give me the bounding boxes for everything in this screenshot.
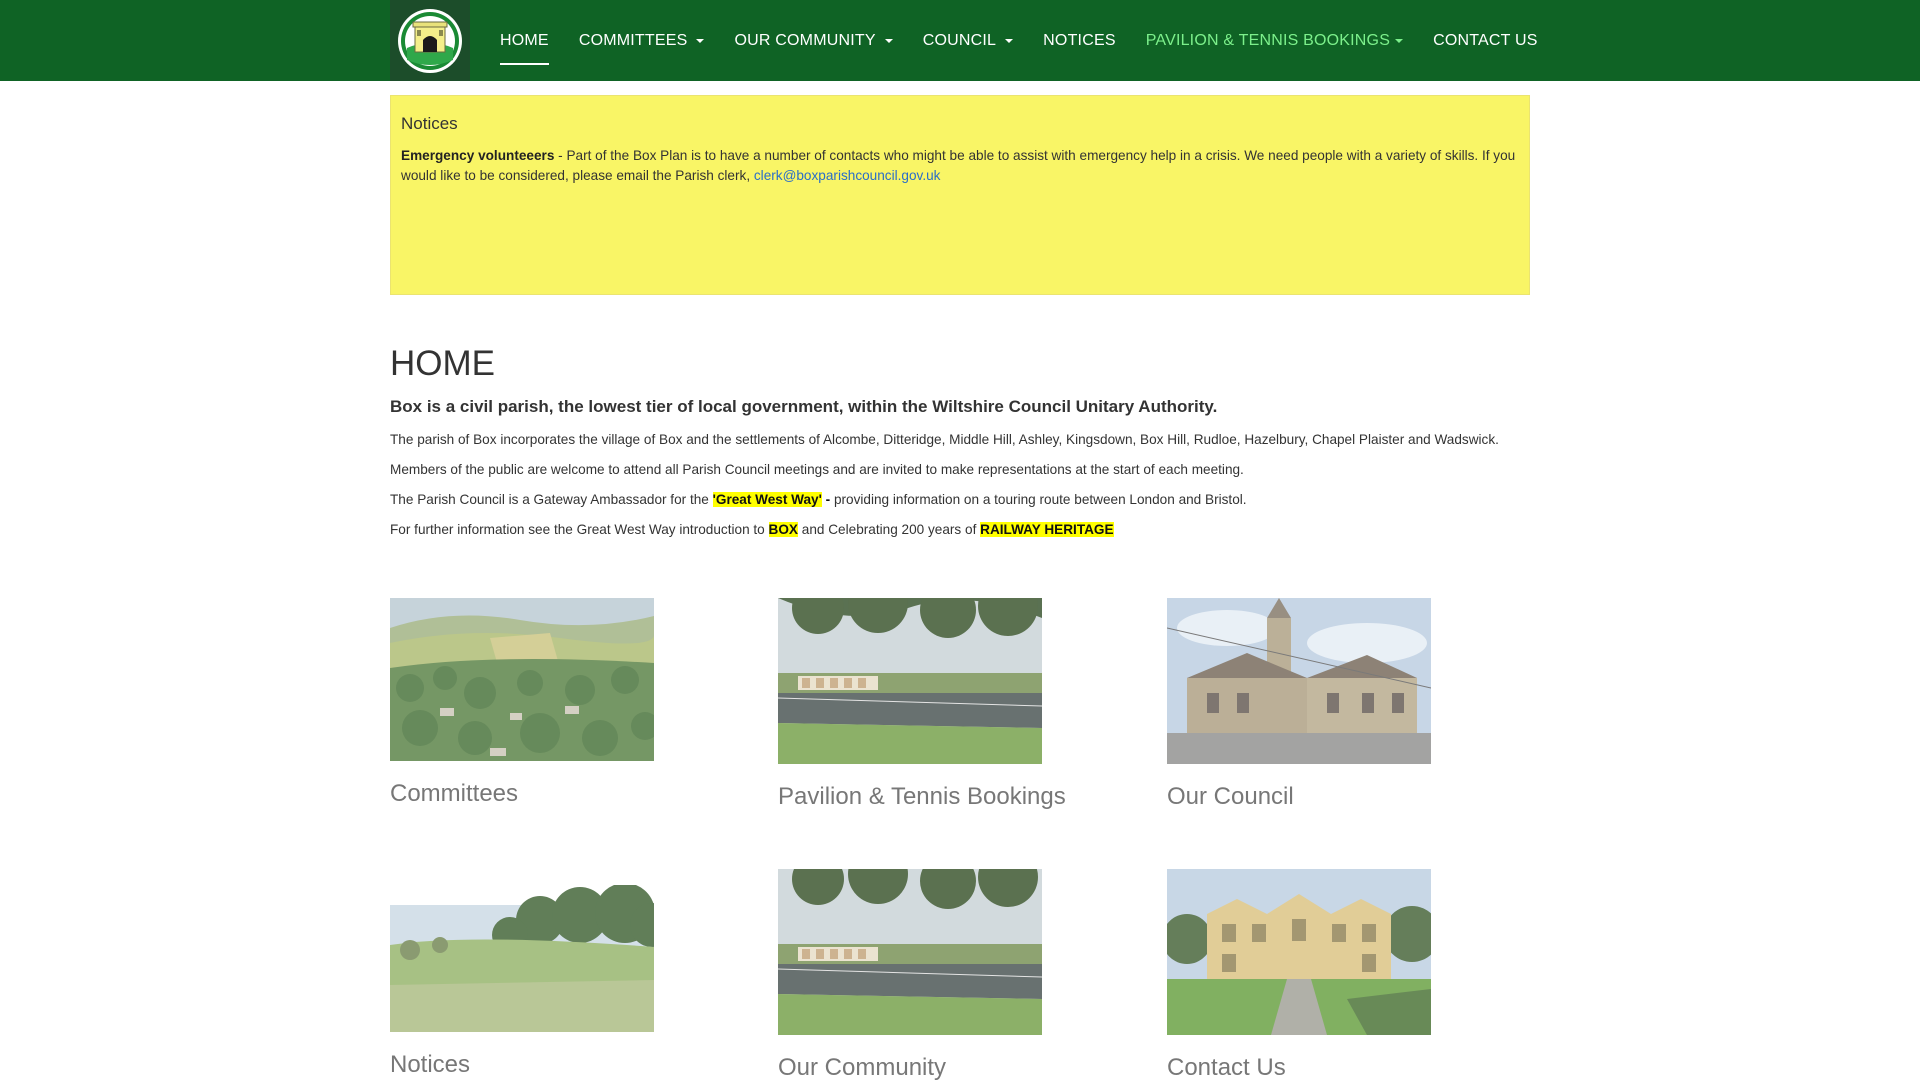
public-meetings-text: Members of the public are welcome to att… bbox=[390, 462, 1244, 477]
parish-crest-icon bbox=[398, 8, 462, 73]
contact-building-image bbox=[1167, 869, 1431, 1035]
nav-pavilion-label: PAVILION & TENNIS BOOKINGS bbox=[1145, 31, 1391, 49]
committees-image bbox=[390, 598, 654, 761]
clerk-email-link[interactable]: clerk@boxparishcouncil.gov.uk bbox=[754, 168, 941, 183]
notices-caption: Notices bbox=[390, 1051, 471, 1078]
nav-home-label: HOME bbox=[500, 31, 549, 49]
further-info-mid: and Celebrating 200 years of bbox=[798, 522, 981, 537]
tile-notices[interactable]: Notices bbox=[390, 885, 654, 1080]
gateway-ambassador-text: The Parish Council is a Gateway Ambassad… bbox=[390, 490, 1530, 510]
nav-home[interactable]: HOME bbox=[470, 0, 564, 81]
notice-bold-lead: Emergency volunteeers bbox=[401, 148, 555, 163]
nav-committees-label: COMMITTEES bbox=[578, 31, 688, 49]
notices-panel: Notices Emergency volunteeers - Part of … bbox=[390, 95, 1530, 295]
nav-contact-us[interactable]: CONTACT US bbox=[1418, 0, 1553, 81]
notices-image bbox=[390, 885, 654, 1032]
our-council-caption: Our Council bbox=[1167, 783, 1294, 810]
gateway-text-before: The Parish Council is a Gateway Ambassad… bbox=[390, 492, 713, 507]
council-building-image bbox=[1167, 598, 1431, 764]
great-west-way-link[interactable]: 'Great West Way' bbox=[712, 492, 822, 507]
tile-contact-us[interactable]: Contact Us bbox=[1167, 869, 1431, 1080]
gateway-dash: - bbox=[821, 492, 834, 507]
pavilion-tennis-caption: Pavilion & Tennis Bookings bbox=[778, 783, 1066, 810]
caret-down-icon bbox=[1395, 38, 1404, 43]
nav-contact-label: CONTACT US bbox=[1433, 31, 1538, 49]
gateway-text-after: providing information on a touring route… bbox=[833, 492, 1247, 507]
page-title: HOME bbox=[390, 344, 495, 383]
main-content: HOME Box is a civil parish, the lowest t… bbox=[390, 340, 1530, 550]
committees-caption: Committees bbox=[390, 780, 519, 807]
caret-down-icon bbox=[884, 38, 893, 43]
caret-down-icon bbox=[1005, 38, 1014, 43]
contact-us-caption: Contact Us bbox=[1167, 1054, 1286, 1080]
tile-our-council[interactable]: Our Council bbox=[1167, 598, 1431, 812]
further-info-before: For further information see the Great We… bbox=[390, 522, 769, 537]
nav-council-label: COUNCIL bbox=[922, 31, 997, 49]
notice-text: Emergency volunteeers - Part of the Box … bbox=[401, 146, 1519, 186]
nav-our-community[interactable]: OUR COMMUNITY bbox=[719, 0, 907, 81]
notice-body: - Part of the Box Plan is to have a numb… bbox=[401, 148, 1516, 183]
lead-statement: Box is a civil parish, the lowest tier o… bbox=[390, 397, 1218, 416]
nav-notices-label: NOTICES bbox=[1043, 31, 1116, 49]
nav-pavilion-tennis-bookings[interactable]: PAVILION & TENNIS BOOKINGS bbox=[1131, 0, 1418, 81]
nav-our-community-label: OUR COMMUNITY bbox=[734, 31, 876, 49]
caret-down-icon bbox=[696, 38, 705, 43]
notices-title: Notices bbox=[401, 114, 458, 133]
tile-committees[interactable]: Committees bbox=[390, 598, 654, 809]
pavilion-tennis-image bbox=[778, 598, 1042, 764]
top-navbar: HOME COMMITTEES OUR COMMUNITY COUNCIL NO… bbox=[0, 0, 1920, 81]
main-menu: HOME COMMITTEES OUR COMMUNITY COUNCIL NO… bbox=[470, 0, 1553, 81]
railway-heritage-link[interactable]: RAILWAY HERITAGE bbox=[980, 522, 1114, 537]
parish-description: The parish of Box incorporates the villa… bbox=[390, 432, 1499, 447]
community-image bbox=[778, 869, 1042, 1035]
nav-committees[interactable]: COMMITTEES bbox=[564, 0, 720, 81]
further-info-text: For further information see the Great We… bbox=[390, 520, 1530, 540]
box-link[interactable]: BOX bbox=[768, 522, 798, 537]
parish-logo[interactable] bbox=[390, 0, 470, 81]
our-community-caption: Our Community bbox=[778, 1054, 947, 1080]
tile-our-community[interactable]: Our Community bbox=[778, 869, 1042, 1080]
nav-notices[interactable]: NOTICES bbox=[1028, 0, 1131, 81]
nav-council[interactable]: COUNCIL bbox=[908, 0, 1028, 81]
tile-pavilion-tennis-bookings[interactable]: Pavilion & Tennis Bookings bbox=[778, 598, 1066, 812]
